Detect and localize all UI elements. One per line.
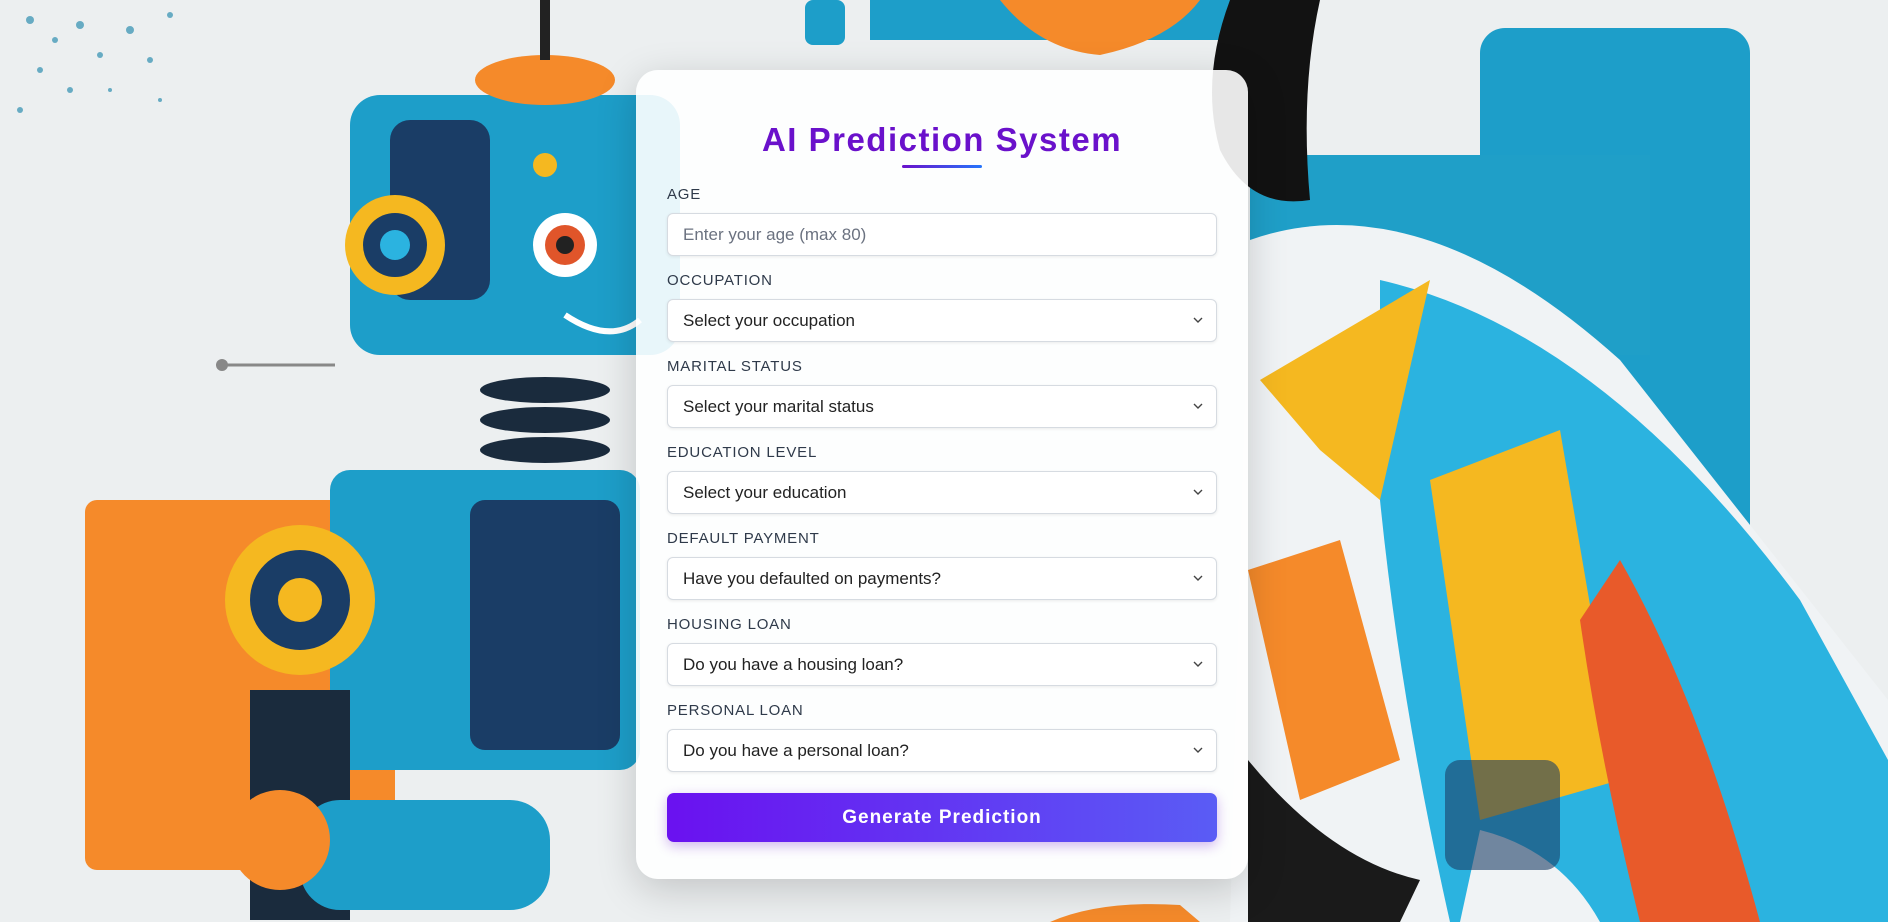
occupation-group: OCCUPATION Select your occupation xyxy=(667,272,1217,342)
personal-loan-select[interactable]: Do you have a personal loan? xyxy=(667,729,1217,772)
chevron-down-icon xyxy=(1193,489,1203,495)
occupation-selected-value: Select your occupation xyxy=(683,311,855,330)
title-underline xyxy=(902,165,982,168)
education-select[interactable]: Select your education xyxy=(667,471,1217,514)
default-payment-label: DEFAULT PAYMENT xyxy=(667,530,820,547)
default-payment-selected-value: Have you defaulted on payments? xyxy=(683,569,942,588)
marital-status-selected-value: Select your marital status xyxy=(683,397,874,416)
marital-status-group: MARITAL STATUS Select your marital statu… xyxy=(667,358,1217,428)
default-payment-group: DEFAULT PAYMENT Have you defaulted on pa… xyxy=(667,530,1217,600)
housing-loan-selected-value: Do you have a housing loan? xyxy=(683,655,904,674)
age-input[interactable] xyxy=(668,214,1216,255)
prediction-form-card: AI Prediction System AGE OCCUPATION Sele… xyxy=(636,70,1248,879)
age-field-box xyxy=(667,213,1217,256)
education-label: EDUCATION LEVEL xyxy=(667,444,818,461)
default-payment-select[interactable]: Have you defaulted on payments? xyxy=(667,557,1217,600)
housing-loan-group: HOUSING LOAN Do you have a housing loan? xyxy=(667,616,1217,686)
occupation-select[interactable]: Select your occupation xyxy=(667,299,1217,342)
generate-prediction-button[interactable]: Generate Prediction xyxy=(667,793,1217,842)
chevron-down-icon xyxy=(1193,661,1203,667)
personal-loan-label: PERSONAL LOAN xyxy=(667,702,804,719)
age-group: AGE xyxy=(667,186,1217,256)
marital-status-select[interactable]: Select your marital status xyxy=(667,385,1217,428)
education-group: EDUCATION LEVEL Select your education xyxy=(667,444,1217,514)
education-selected-value: Select your education xyxy=(683,483,847,502)
chevron-down-icon xyxy=(1193,317,1203,323)
housing-loan-select[interactable]: Do you have a housing loan? xyxy=(667,643,1217,686)
chevron-down-icon xyxy=(1193,403,1203,409)
personal-loan-selected-value: Do you have a personal loan? xyxy=(683,741,909,760)
personal-loan-group: PERSONAL LOAN Do you have a personal loa… xyxy=(667,702,1217,772)
form-title: AI Prediction System xyxy=(761,121,1123,158)
housing-loan-label: HOUSING LOAN xyxy=(667,616,792,633)
marital-status-label: MARITAL STATUS xyxy=(667,358,803,375)
age-label: AGE xyxy=(667,186,702,203)
chevron-down-icon xyxy=(1193,747,1203,753)
occupation-label: OCCUPATION xyxy=(667,272,773,289)
chevron-down-icon xyxy=(1193,575,1203,581)
